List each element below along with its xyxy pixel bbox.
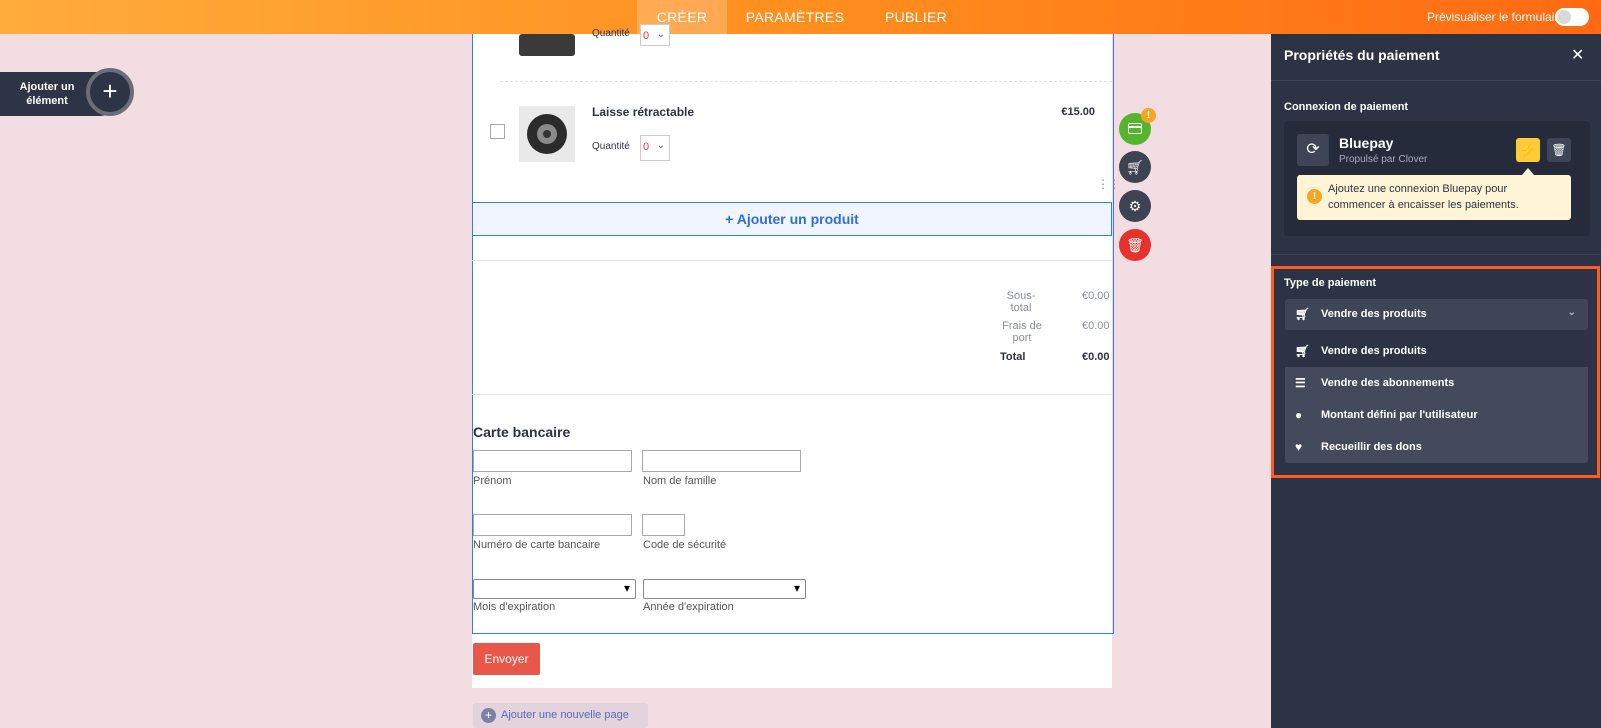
option-sell-subscriptions[interactable]: ☰ Vendre des abonnements [1285, 367, 1588, 399]
product-image [519, 34, 575, 56]
warning-icon: ! [1307, 189, 1322, 204]
add-new-page-button[interactable]: + Ajouter une nouvelle page [473, 703, 648, 728]
product-price: €15.00 [1061, 106, 1095, 118]
connection-label: Connexion de paiement [1284, 101, 1409, 113]
product-name: Laisse rétractable [592, 105, 695, 119]
trash-icon[interactable]: 🗑︎ [1119, 229, 1151, 261]
option-label: Vendre des abonnements [1321, 377, 1455, 389]
exp-month-label: Mois d'expiration [473, 601, 556, 613]
quantity-value: 0 [643, 141, 650, 153]
panel-divider [1271, 254, 1601, 255]
gateway-subtitle: Propulsé par Clover [1339, 154, 1428, 165]
preview-label: Prévisualiser le formulaire [1426, 10, 1565, 24]
card-glyph [1128, 123, 1142, 134]
add-element-label: Ajouter un élément [19, 81, 75, 107]
product-checkbox[interactable] [490, 124, 505, 139]
submit-button[interactable]: Envoyer [473, 643, 540, 675]
quantity-value: 0 [643, 30, 650, 42]
option-user-defined-amount[interactable]: ● Montant défini par l'utilisateur [1285, 399, 1588, 431]
heart-icon: ♥ [1295, 440, 1303, 454]
chevron-down-icon: ⌄ [656, 140, 665, 151]
chevron-down-icon: ⌄ [1567, 307, 1576, 318]
connection-warning: ! Ajoutez une connexion Bluepay pour com… [1297, 175, 1571, 220]
last-name-label: Nom de famille [643, 475, 717, 487]
cart-icon: 🛒︎ [1295, 344, 1311, 358]
close-icon[interactable]: ✕ [1571, 45, 1584, 65]
shipping-label: Frais de port [1002, 320, 1042, 344]
quantity-select[interactable]: 0 ⌄ [640, 24, 670, 46]
subtotal-value: €0.00 [1082, 290, 1110, 302]
plus-icon[interactable]: + [86, 68, 134, 116]
last-name-input[interactable] [642, 450, 801, 472]
add-product-button[interactable]: + Ajouter un produit [472, 202, 1112, 236]
warning-text: Ajoutez une connexion Bluepay pour comme… [1328, 183, 1519, 211]
credit-card-title: Carte bancaire [473, 424, 571, 440]
option-label: Recueillir des dons [1321, 441, 1422, 453]
card-number-label: Numéro de carte bancaire [473, 539, 601, 551]
quantity-select[interactable]: 0 ⌄ [640, 135, 670, 161]
coins-icon: ● [1295, 408, 1303, 422]
product-divider [500, 81, 1112, 82]
total-label: Total [1000, 351, 1026, 363]
plug-icon[interactable]: ⚡ [1516, 138, 1540, 162]
divider [472, 394, 1112, 395]
security-code-label: Code de sécurité [643, 539, 727, 551]
subtotal-label: Sous-total [1006, 290, 1036, 314]
warning-badge: ! [1141, 108, 1156, 123]
trash-icon[interactable]: 🗑︎ [1547, 138, 1571, 162]
drag-handle-icon[interactable]: ⋮⋮ [1097, 178, 1120, 190]
first-name-input[interactable] [473, 450, 632, 472]
tooltip-arrow [1522, 168, 1534, 175]
option-sell-products[interactable]: 🛒︎ Vendre des produits [1285, 335, 1588, 367]
cart-icon: 🛒︎ [1295, 307, 1311, 321]
cart-icon[interactable]: 🛒︎ [1119, 151, 1151, 183]
tab-parametres[interactable]: PARAMÈTRES [737, 0, 853, 34]
leash-image [519, 106, 575, 162]
first-name-label: Prénom [473, 475, 512, 487]
option-label: Montant défini par l'utilisateur [1321, 409, 1478, 421]
shipping-value: €0.00 [1082, 320, 1110, 332]
exp-year-select[interactable] [643, 579, 806, 599]
security-code-input[interactable] [642, 514, 685, 536]
selected-payment-type: Vendre des produits [1321, 308, 1427, 320]
exp-year-label: Année d'expiration [643, 601, 734, 613]
card-number-input[interactable] [473, 514, 632, 536]
divider [472, 260, 1112, 261]
quantity-label: Quantité [592, 141, 630, 152]
panel-divider [1271, 80, 1601, 81]
payment-type-label: Type de paiement [1284, 277, 1377, 289]
payment-type-dropdown[interactable]: 🛒︎ Vendre des produits ⌄ [1285, 299, 1588, 330]
gateway-name: Bluepay [1339, 135, 1394, 151]
option-collect-donations[interactable]: ♥ Recueillir des dons [1285, 431, 1588, 463]
add-new-page-label: Ajouter une nouvelle page [501, 709, 629, 721]
top-navigation-bar: CRÉER PARAMÈTRES PUBLIER Prévisualiser l… [0, 0, 1601, 34]
chevron-down-icon: ⌄ [656, 29, 665, 40]
total-value: €0.00 [1082, 351, 1110, 363]
option-label: Vendre des produits [1321, 345, 1427, 357]
gateway-icon: ⟳ [1297, 134, 1329, 166]
exp-month-select[interactable] [473, 579, 636, 599]
tab-publier[interactable]: PUBLIER [870, 0, 962, 34]
gear-icon[interactable]: ⚙ [1119, 190, 1151, 222]
preview-toggle[interactable] [1555, 8, 1589, 26]
plus-icon: + [481, 708, 496, 723]
product-image [519, 106, 575, 162]
panel-title: Propriétés du paiement [1284, 47, 1440, 63]
quantity-label: Quantité [592, 28, 630, 39]
subscription-icon: ☰ [1295, 376, 1306, 390]
